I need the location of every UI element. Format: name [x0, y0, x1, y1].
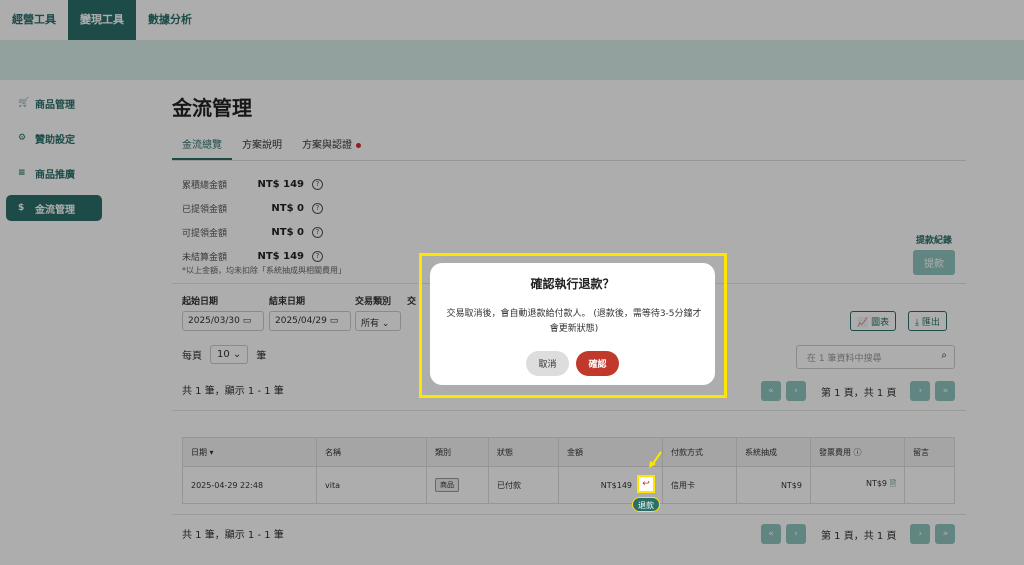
cancel-button[interactable]: 取消: [526, 351, 569, 376]
dialog-message: 交易取消後，會自動退款給付款人。 (退款後，需等待3-5分鐘才會更新狀態): [446, 309, 702, 334]
dialog-title: 確認執行退款？: [530, 277, 615, 291]
refund-confirm-dialog: 確認執行退款？ 交易取消後，會自動退款給付款人。 (退款後，需等待3-5分鐘才會…: [430, 263, 715, 385]
refund-tooltip: 退款: [632, 497, 660, 512]
annotation-arrow-icon: [649, 451, 662, 468]
refund-icon[interactable]: ↩: [637, 475, 655, 493]
confirm-button[interactable]: 確認: [576, 351, 619, 376]
